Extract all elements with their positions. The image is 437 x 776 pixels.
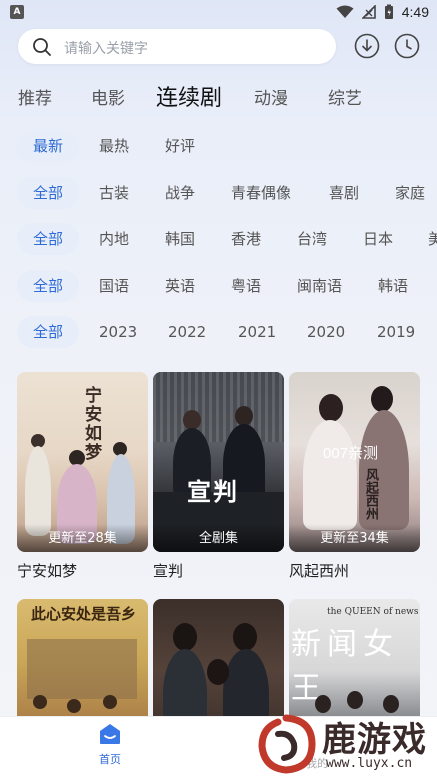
deer-logo-icon: [258, 714, 316, 774]
filter-row-region: 全部 内地 韩国 香港 台湾 日本 美: [0, 221, 437, 257]
drama-title: 宣判: [153, 562, 184, 580]
watermark-text: 鹿游戏: [322, 720, 427, 760]
filter-chip[interactable]: 全部: [17, 270, 80, 302]
clock: 4:49: [401, 4, 429, 20]
filter-chip[interactable]: 内地: [99, 223, 129, 255]
filter-chip[interactable]: 台湾: [297, 223, 327, 255]
battery-icon: [384, 4, 393, 19]
filter-chip[interactable]: 美: [428, 223, 437, 255]
poster-title-art: 风起西州: [363, 468, 378, 520]
nav-home-label: 首页: [99, 753, 121, 766]
signal-icon: [361, 5, 376, 19]
filter-chip[interactable]: 全部: [17, 316, 80, 348]
drama-title: 宁安如梦: [17, 562, 78, 580]
episode-badge: 更新至34集: [289, 524, 420, 552]
search-placeholder: 请输入关键字: [64, 41, 148, 57]
search-input[interactable]: 请输入关键字: [18, 29, 336, 64]
filter-chip[interactable]: 全部: [17, 223, 80, 255]
filter-chip[interactable]: 英语: [165, 270, 195, 302]
filter-chip[interactable]: 古装: [99, 177, 129, 209]
site-watermark: 鹿游戏 www.luyx.cn: [256, 712, 437, 776]
wifi-icon: [336, 5, 354, 18]
tab-recommend[interactable]: 推荐: [18, 84, 52, 109]
filter-chip[interactable]: 战争: [165, 177, 195, 209]
poster-title-art: 此心安处是吾乡: [31, 605, 137, 623]
status-icons: 4:49: [336, 3, 429, 21]
watermark-url: www.luyx.cn: [326, 756, 413, 771]
download-icon[interactable]: [354, 33, 380, 59]
category-tabs: 推荐 电影 连续剧 动漫 综艺: [18, 80, 437, 116]
filter-chip[interactable]: 2021: [238, 316, 276, 348]
filter-chip[interactable]: 青春偶像: [231, 177, 291, 209]
filter-row-language: 全部 国语 英语 粤语 闽南语 韩语: [0, 268, 437, 304]
filter-chip[interactable]: 家庭: [395, 177, 425, 209]
notification-icon: A: [10, 5, 24, 19]
filter-row-genre: 全部 古装 战争 青春偶像 喜剧 家庭: [0, 175, 437, 211]
tab-variety[interactable]: 综艺: [328, 84, 362, 109]
search-icon: [33, 38, 51, 56]
filter-row-sort: 最新 最热 好评: [0, 128, 437, 164]
filter-chip[interactable]: 闽南语: [297, 270, 342, 302]
filter-chip[interactable]: 2019: [377, 316, 415, 348]
filter-row-year: 全部 2023 2022 2021 2020 2019: [0, 314, 437, 350]
filter-chip[interactable]: 韩语: [378, 270, 408, 302]
filter-chip[interactable]: 好评: [165, 130, 195, 162]
status-bar: A 4:49: [0, 0, 437, 24]
poster-image: 宁安如梦 更新至28集: [17, 372, 148, 552]
filter-chip[interactable]: 全部: [17, 177, 80, 209]
filter-chip[interactable]: 香港: [231, 223, 261, 255]
drama-card[interactable]: 宣判 全剧集 宣判: [153, 372, 284, 581]
history-icon[interactable]: [394, 33, 420, 59]
drama-card[interactable]: 007亲测 风起西州 更新至34集 风起西州: [289, 372, 420, 581]
filter-chip[interactable]: 2020: [307, 316, 345, 348]
tab-movie[interactable]: 电影: [91, 84, 125, 109]
filter-chip[interactable]: 日本: [363, 223, 393, 255]
filter-chip[interactable]: 粤语: [231, 270, 261, 302]
filter-chip[interactable]: 2023: [99, 316, 137, 348]
episode-badge: 更新至28集: [17, 524, 148, 552]
episode-badge: 全剧集: [153, 524, 284, 552]
tab-series[interactable]: 连续剧: [156, 80, 222, 112]
poster-title-art: 宁安如梦: [81, 386, 101, 462]
tab-anime[interactable]: 动漫: [254, 84, 288, 109]
poster-image: 宣判 全剧集: [153, 372, 284, 552]
filter-chip[interactable]: 国语: [99, 270, 129, 302]
home-icon: [100, 724, 120, 744]
drama-card[interactable]: 宁安如梦 更新至28集 宁安如梦: [17, 372, 148, 581]
poster-image: 007亲测 风起西州 更新至34集: [289, 372, 420, 552]
poster-subtitle: the QUEEN of news: [327, 607, 419, 617]
overlay-watermark: 007亲测: [323, 445, 379, 462]
filter-chip[interactable]: 韩国: [165, 223, 195, 255]
poster-title-art: 宣判: [187, 477, 239, 506]
filter-chip[interactable]: 2022: [168, 316, 206, 348]
filter-chip[interactable]: 最新: [17, 130, 80, 162]
filter-chip[interactable]: 最热: [99, 130, 129, 162]
nav-home[interactable]: 首页: [88, 723, 132, 767]
filter-chip[interactable]: 喜剧: [329, 177, 359, 209]
drama-title: 风起西州: [289, 562, 350, 580]
